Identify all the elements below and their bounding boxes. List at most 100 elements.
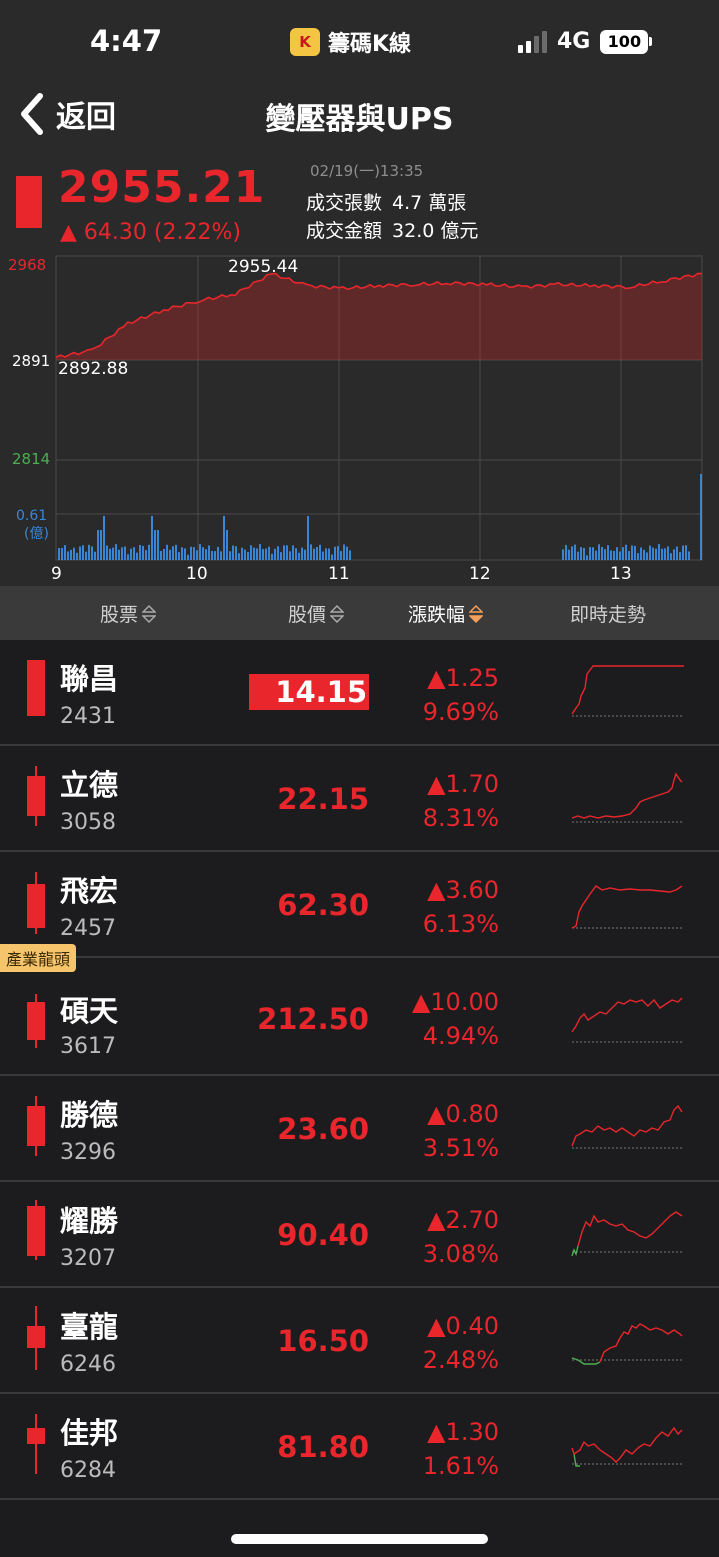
back-button[interactable]: 返回 (18, 90, 116, 138)
volume-bar (658, 544, 660, 560)
index-change: ▲ 64.30 (2.22%) (60, 220, 241, 245)
stock-row[interactable]: 勝德 3296 23.60 ▲0.80 3.51% (0, 1076, 719, 1182)
chevron-left-icon (21, 93, 43, 135)
nav-bar: 變壓器與UPS 返回 (0, 80, 719, 152)
index-quote: 2955.21 ▲ 64.30 (2.22%) 02/19(一)13:35 成交… (0, 152, 719, 254)
index-price: 2955.21 (58, 162, 266, 213)
volume-bar (73, 547, 75, 560)
volume-bar (334, 546, 336, 560)
volume-bar (118, 549, 120, 560)
volume-bar (277, 546, 279, 560)
volume-bar (664, 548, 666, 560)
stock-change-pct: 3.51% (422, 1134, 499, 1162)
chart-min-annotation: 2892.88 (58, 359, 128, 379)
candle-icon (26, 872, 46, 934)
volume-bars (58, 516, 690, 560)
volume-bar (223, 516, 225, 560)
volume-bar (127, 554, 129, 560)
volume-bar (625, 544, 627, 560)
header-stock-label: 股票 (100, 604, 139, 626)
volume-bar (313, 548, 315, 560)
volume-bar (298, 552, 300, 560)
volume-bar (307, 516, 309, 560)
volume-bar (283, 545, 285, 560)
stock-row[interactable]: 佳邦 6284 81.80 ▲1.30 1.61% (0, 1394, 719, 1500)
volume-value: 4.7 萬張 (392, 192, 467, 214)
volume-bar (67, 551, 69, 560)
stock-row[interactable]: 立德 3058 22.15 ▲1.70 8.31% (0, 746, 719, 852)
stock-price: 16.50 (277, 1324, 369, 1358)
volume-bar (139, 544, 141, 560)
volume-bar (154, 530, 156, 560)
volume-bar (169, 549, 171, 560)
volume-bar (328, 548, 330, 560)
volume-bar (568, 549, 570, 560)
stock-row[interactable]: 聯昌 2431 14.15 ▲1.25 9.69% (0, 640, 719, 746)
stock-change: ▲0.80 (427, 1100, 499, 1128)
volume-bar (184, 548, 186, 560)
volume-bar (589, 547, 591, 560)
sort-by-stock[interactable]: 股票 (100, 600, 157, 627)
volume-bar (337, 546, 339, 560)
volume-bar (205, 549, 207, 560)
y-label-ref: 2891 (12, 352, 50, 370)
stock-row[interactable]: 臺龍 6246 16.50 ▲0.40 2.48% (0, 1288, 719, 1394)
header-change-label: 漲跌幅 (408, 604, 466, 626)
x-tick-13: 13 (610, 564, 632, 584)
app-indicator[interactable]: K 籌碼K線 (290, 26, 411, 58)
volume-bar (274, 548, 276, 560)
volume-bar (349, 550, 351, 560)
stock-row[interactable]: 產業龍頭 碩天 3617 212.50 ▲10.00 4.94% (0, 944, 719, 1076)
volume-bar (175, 544, 177, 560)
app-name: 籌碼K線 (328, 32, 412, 57)
volume-bar (244, 549, 246, 560)
volume-bar (319, 544, 321, 560)
volume-bar (109, 548, 111, 560)
volume-bar (574, 544, 576, 560)
stock-change: ▲1.25 (427, 664, 499, 692)
volume-bar (172, 546, 174, 560)
sort-active-icon (469, 604, 484, 623)
header-price-label: 股價 (288, 604, 327, 626)
volume-bar (190, 546, 192, 560)
x-tick-11: 11 (328, 564, 350, 584)
battery-level: 100 (600, 29, 649, 54)
volume-bar (661, 548, 663, 560)
stock-row[interactable]: 耀勝 3207 90.40 ▲2.70 3.08% (0, 1182, 719, 1288)
volume-bar (133, 547, 135, 560)
volume-bar (619, 551, 621, 560)
stock-code: 2431 (60, 704, 116, 729)
volume-bar (121, 547, 123, 560)
trend-sparkline (571, 1211, 684, 1257)
stock-change-pct: 6.13% (422, 910, 499, 938)
volume-bar (616, 547, 618, 560)
volume-bar (622, 547, 624, 560)
volume-bar (124, 546, 126, 560)
candle-icon (26, 994, 46, 1048)
stock-change: ▲10.00 (411, 988, 499, 1016)
stock-row[interactable]: 飛宏 2457 62.30 ▲3.60 6.13% (0, 852, 719, 958)
volume-bar (631, 545, 633, 560)
volume-bar (145, 550, 147, 560)
intraday-chart[interactable]: 2968 2891 2814 0.61 (億) 2955.44 2892.88 … (0, 254, 719, 586)
stock-change: ▲0.40 (427, 1312, 499, 1340)
stock-change-pct: 3.08% (422, 1240, 499, 1268)
volume-bar (253, 547, 255, 560)
volume-bar (79, 546, 81, 560)
volume-bar (199, 544, 201, 560)
sort-by-change[interactable]: 漲跌幅 (408, 600, 484, 627)
home-indicator[interactable] (231, 1534, 488, 1544)
volume-bar (58, 547, 60, 560)
volume-bar (571, 546, 573, 560)
volume-bar (193, 547, 195, 560)
chart-max-annotation: 2955.44 (228, 257, 298, 277)
volume-bar (343, 544, 345, 560)
stock-name: 佳邦 (60, 1416, 119, 1450)
stock-code: 6284 (60, 1458, 116, 1483)
stock-code: 3296 (60, 1140, 116, 1165)
status-time: 4:47 (90, 24, 163, 58)
volume-bar (673, 549, 675, 560)
sort-by-price[interactable]: 股價 (288, 600, 345, 627)
volume-unit-label: (億) (24, 526, 49, 542)
battery-icon: 100 (600, 29, 653, 54)
